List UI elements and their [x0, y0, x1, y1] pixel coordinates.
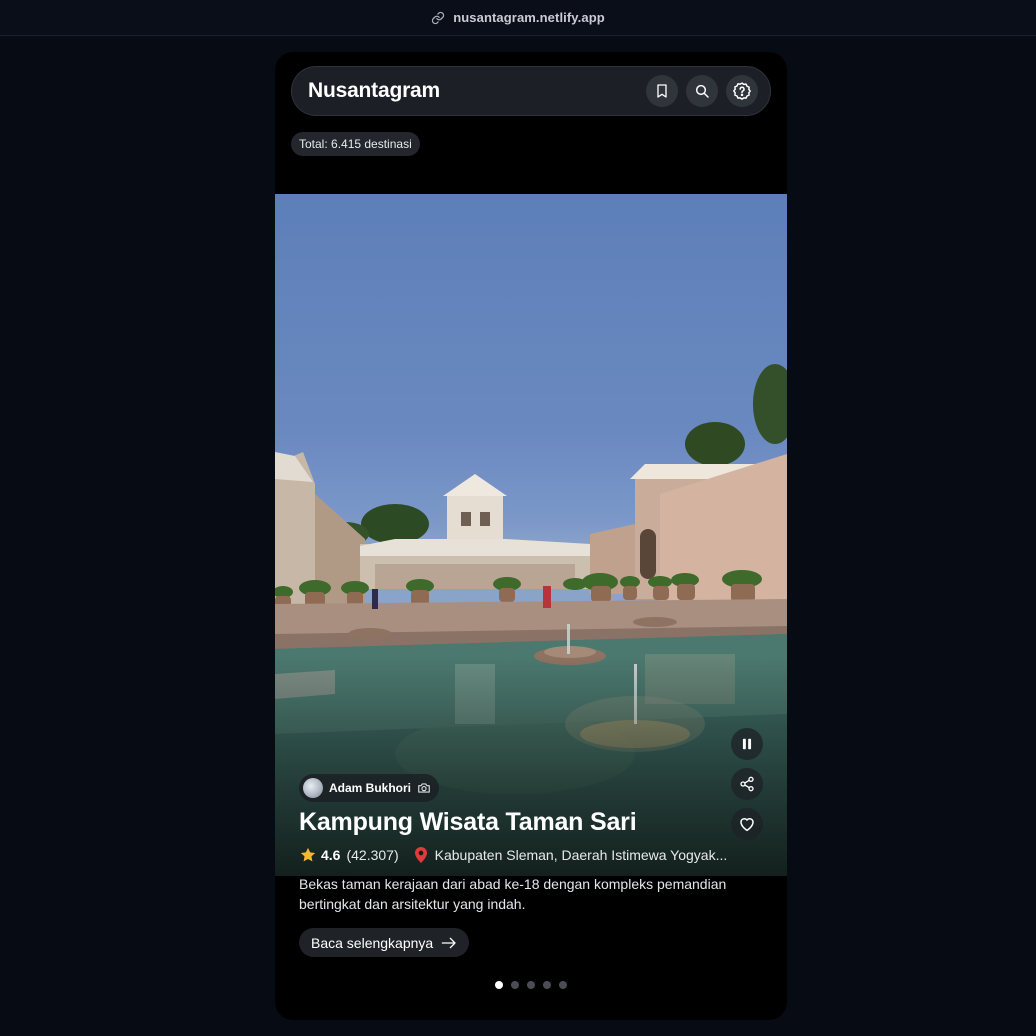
help-settings-icon: [733, 82, 751, 100]
carousel-dot[interactable]: [559, 981, 567, 989]
read-more-button[interactable]: Baca selengkapnya: [299, 928, 470, 957]
location-text: Kabupaten Sleman, Daerah Istimewa Yogyak…: [434, 847, 728, 863]
read-more-label: Baca selengkapnya: [311, 934, 434, 951]
author-chip[interactable]: Adam Bukhori: [299, 774, 440, 802]
carousel-dot[interactable]: [527, 981, 535, 989]
destination-title: Kampung Wisata Taman Sari: [299, 808, 637, 836]
rating-location-row: 4.6 (42.307) Kabupaten Sleman, Daerah Is…: [299, 845, 759, 865]
arrow-right-icon: [441, 937, 456, 948]
like-button[interactable]: [731, 808, 763, 840]
carousel-dot[interactable]: [511, 981, 519, 989]
bookmark-icon: [657, 84, 667, 98]
share-icon: [740, 776, 754, 792]
camera-icon: [418, 783, 430, 793]
app-brand-title: Nusantagram: [308, 79, 441, 102]
rating-value: 4.6: [321, 847, 341, 863]
link-icon: [431, 11, 445, 25]
avatar: [303, 778, 323, 798]
location-pin-icon: [413, 846, 429, 864]
review-count: (42.307): [346, 847, 399, 863]
carousel-dot[interactable]: [543, 981, 551, 989]
destination-description: Bekas taman kerajaan dari abad ke-18 den…: [299, 876, 727, 912]
app-frame: Nusantagram Total: 6.415 destinasi Adam …: [275, 52, 787, 1020]
pause-icon: [742, 738, 752, 750]
top-navigation-bar: Nusantagram: [291, 66, 771, 116]
star-icon: [300, 847, 316, 862]
heart-icon: [740, 818, 754, 832]
photo-bottom-gradient: [275, 656, 787, 876]
carousel-dot[interactable]: [495, 981, 503, 989]
help-settings-button[interactable]: [726, 75, 758, 107]
author-name: Adam Bukhori: [329, 781, 412, 795]
total-destinations-badge: Total: 6.415 destinasi: [291, 132, 420, 156]
bookmark-button[interactable]: [646, 75, 678, 107]
pause-button[interactable]: [731, 728, 763, 760]
carousel-pagination: [495, 981, 567, 989]
browser-url-bar[interactable]: nusantagram.netlify.app: [0, 0, 1036, 36]
url-text: nusantagram.netlify.app: [453, 10, 605, 25]
search-button[interactable]: [686, 75, 718, 107]
share-button[interactable]: [731, 768, 763, 800]
search-icon: [695, 84, 709, 98]
